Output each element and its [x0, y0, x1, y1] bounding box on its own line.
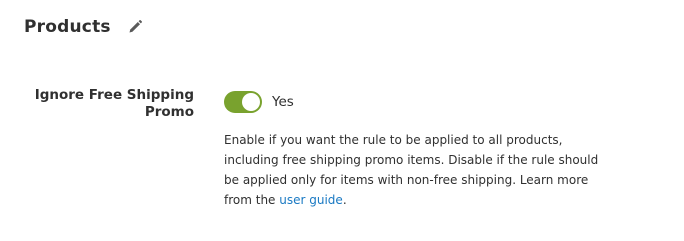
field-note: Enable if you want the rule to be applie… — [224, 130, 604, 210]
note-end: . — [342, 193, 347, 207]
toggle-control: Yes — [224, 91, 294, 113]
ignore-free-shipping-toggle[interactable] — [224, 91, 262, 113]
section-header: Products — [24, 14, 143, 40]
toggle-knob — [242, 93, 260, 111]
section-title: Products — [24, 17, 111, 37]
toggle-value-label: Yes — [272, 94, 294, 110]
pencil-icon[interactable] — [127, 19, 143, 35]
user-guide-link[interactable]: user guide — [279, 193, 343, 207]
field-label: Ignore Free Shipping Promo — [34, 87, 194, 120]
